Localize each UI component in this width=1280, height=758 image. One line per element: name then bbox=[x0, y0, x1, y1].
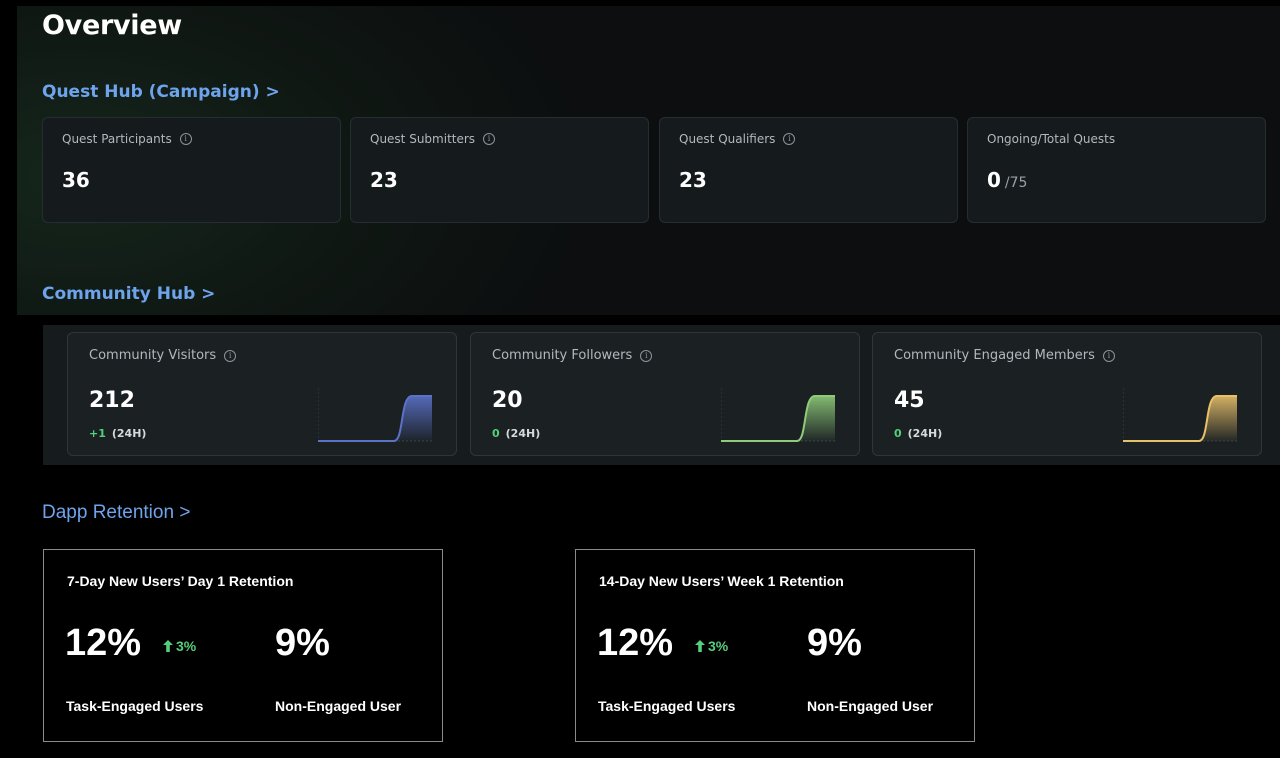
info-icon[interactable]: i bbox=[483, 133, 496, 145]
community-followers-card: Community Followers i 20 0 (24H) bbox=[470, 332, 860, 456]
day1-retention-card: 7-Day New Users’ Day 1 Retention 12% 3% … bbox=[43, 549, 443, 742]
card-label: Community Visitors bbox=[89, 348, 217, 363]
change-24h: +1 (24H) bbox=[89, 427, 147, 440]
quest-participants-value: 36 bbox=[62, 168, 90, 192]
card-label: Community Engaged Members bbox=[894, 348, 1095, 363]
retention-title: 14-Day New Users’ Week 1 Retention bbox=[599, 573, 844, 589]
retention-change: 3% bbox=[162, 638, 196, 654]
community-visitors-value: 212 bbox=[89, 388, 135, 413]
retention-title: 7-Day New Users’ Day 1 Retention bbox=[67, 573, 294, 589]
total-quests: /75 bbox=[1004, 175, 1028, 191]
quest-submitters-card: Quest Submitters i 23 bbox=[350, 117, 649, 223]
non-engaged-users-label: Non-Engaged User bbox=[807, 698, 934, 714]
card-label: Community Followers bbox=[492, 348, 633, 363]
card-label: Quest Qualifiers bbox=[679, 132, 776, 146]
non-engaged-users-label: Non-Engaged User bbox=[275, 698, 402, 714]
page-title: Overview bbox=[42, 10, 182, 41]
retention-change: 3% bbox=[694, 638, 728, 654]
quest-submitters-value: 23 bbox=[370, 168, 398, 192]
engaged-users-label: Task-Engaged Users bbox=[66, 698, 204, 714]
ongoing-total-quests-card: Ongoing/Total Quests 0/75 bbox=[967, 117, 1266, 223]
engaged-users-label: Task-Engaged Users bbox=[598, 698, 736, 714]
non-engaged-retention-value: 9% bbox=[807, 622, 862, 664]
engaged-members-sparkline bbox=[1123, 388, 1237, 442]
info-icon[interactable]: i bbox=[640, 349, 653, 362]
week1-retention-card: 14-Day New Users’ Week 1 Retention 12% 3… bbox=[575, 549, 975, 742]
community-followers-value: 20 bbox=[492, 388, 523, 413]
quest-qualifiers-card: Quest Qualifiers i 23 bbox=[659, 117, 958, 223]
ongoing-quests-value: 0/75 bbox=[987, 168, 1028, 192]
arrow-up-icon bbox=[163, 640, 173, 652]
quest-hub-link[interactable]: Quest Hub (Campaign) > bbox=[42, 82, 280, 102]
followers-sparkline bbox=[721, 388, 835, 442]
info-icon[interactable]: i bbox=[783, 133, 796, 145]
sparkline-area bbox=[318, 396, 432, 441]
quest-participants-card: Quest Participants i 36 bbox=[42, 117, 341, 223]
card-label: Quest Submitters bbox=[370, 132, 476, 146]
info-icon[interactable]: i bbox=[224, 349, 237, 362]
card-label: Quest Participants bbox=[62, 132, 172, 146]
info-icon[interactable]: i bbox=[1102, 349, 1115, 362]
sparkline-area bbox=[721, 396, 835, 441]
community-engaged-members-value: 45 bbox=[894, 388, 925, 413]
engaged-retention-value: 12% bbox=[597, 622, 674, 664]
community-visitors-card: Community Visitors i 212 +1 (24H) bbox=[67, 332, 457, 456]
change-24h: 0 (24H) bbox=[492, 427, 541, 440]
arrow-up-icon bbox=[695, 640, 705, 652]
non-engaged-retention-value: 9% bbox=[275, 622, 330, 664]
community-engaged-members-card: Community Engaged Members i 45 0 (24H) bbox=[872, 332, 1262, 456]
community-hub-link[interactable]: Community Hub > bbox=[42, 284, 215, 304]
dapp-retention-link[interactable]: Dapp Retention > bbox=[42, 502, 190, 524]
card-label: Ongoing/Total Quests bbox=[987, 132, 1116, 146]
visitors-sparkline bbox=[318, 388, 432, 442]
quest-qualifiers-value: 23 bbox=[679, 168, 707, 192]
info-icon[interactable]: i bbox=[179, 133, 192, 145]
change-24h: 0 (24H) bbox=[894, 427, 943, 440]
engaged-retention-value: 12% bbox=[65, 622, 142, 664]
sparkline-area bbox=[1123, 396, 1237, 441]
